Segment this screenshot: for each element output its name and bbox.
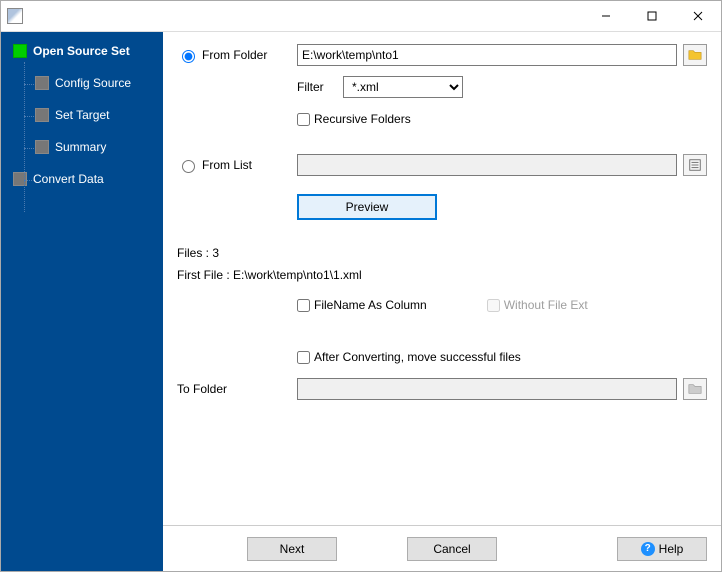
filter-select[interactable]: *.xml — [343, 76, 463, 98]
sidebar-item-set-target[interactable]: Set Target — [5, 104, 159, 126]
filter-label: Filter — [297, 80, 337, 94]
app-window: Open Source Set Config Source Set Target… — [0, 0, 722, 572]
help-button[interactable]: ? Help — [617, 537, 707, 561]
step-icon — [35, 76, 49, 90]
after-convert-move-checkbox[interactable] — [297, 351, 310, 364]
sidebar-item-label: Config Source — [55, 76, 131, 90]
to-folder-path-input[interactable] — [297, 378, 677, 400]
filename-as-column-checkbox-label[interactable]: FileName As Column — [297, 298, 427, 312]
from-list-radio[interactable] — [182, 160, 195, 173]
close-button[interactable] — [675, 1, 721, 31]
from-folder-radio-label[interactable]: From Folder — [177, 47, 297, 63]
from-folder-radio[interactable] — [182, 50, 195, 63]
cancel-button[interactable]: Cancel — [407, 537, 497, 561]
files-count-label: Files : 3 — [177, 246, 707, 260]
recursive-folders-checkbox[interactable] — [297, 113, 310, 126]
next-button[interactable]: Next — [247, 537, 337, 561]
browse-to-folder-button[interactable] — [683, 378, 707, 400]
browse-folder-button[interactable] — [683, 44, 707, 66]
sidebar-item-convert-data[interactable]: Convert Data — [5, 168, 159, 190]
sidebar-item-label: Summary — [55, 140, 106, 154]
sidebar-item-summary[interactable]: Summary — [5, 136, 159, 158]
sidebar: Open Source Set Config Source Set Target… — [1, 32, 163, 571]
sidebar-item-open-source-set[interactable]: Open Source Set — [5, 40, 159, 62]
sidebar-item-label: Convert Data — [33, 172, 104, 186]
from-folder-path-input[interactable] — [297, 44, 677, 66]
browse-list-button[interactable] — [683, 154, 707, 176]
maximize-button[interactable] — [629, 1, 675, 31]
after-convert-move-checkbox-label[interactable]: After Converting, move successful files — [297, 350, 521, 364]
minimize-button[interactable] — [583, 1, 629, 31]
from-list-radio-label[interactable]: From List — [177, 157, 297, 173]
to-folder-label: To Folder — [177, 382, 227, 396]
sidebar-item-label: Set Target — [55, 108, 109, 122]
from-list-path-input[interactable] — [297, 154, 677, 176]
main-panel: From Folder Filter *.xml — [163, 32, 721, 525]
button-bar: Next Cancel ? Help — [163, 525, 721, 571]
titlebar — [1, 1, 721, 31]
step-icon — [35, 140, 49, 154]
filename-as-column-checkbox[interactable] — [297, 299, 310, 312]
step-icon — [13, 44, 27, 58]
recursive-folders-checkbox-label[interactable]: Recursive Folders — [297, 112, 411, 126]
window-controls — [583, 1, 721, 31]
first-file-label: First File : E:\work\temp\nto1\1.xml — [177, 268, 707, 282]
without-file-ext-checkbox — [487, 299, 500, 312]
preview-button[interactable]: Preview — [297, 194, 437, 220]
app-icon — [7, 8, 23, 24]
step-icon — [35, 108, 49, 122]
help-icon: ? — [641, 542, 655, 556]
sidebar-item-config-source[interactable]: Config Source — [5, 72, 159, 94]
sidebar-item-label: Open Source Set — [33, 44, 130, 58]
without-file-ext-checkbox-label: Without File Ext — [487, 298, 588, 312]
